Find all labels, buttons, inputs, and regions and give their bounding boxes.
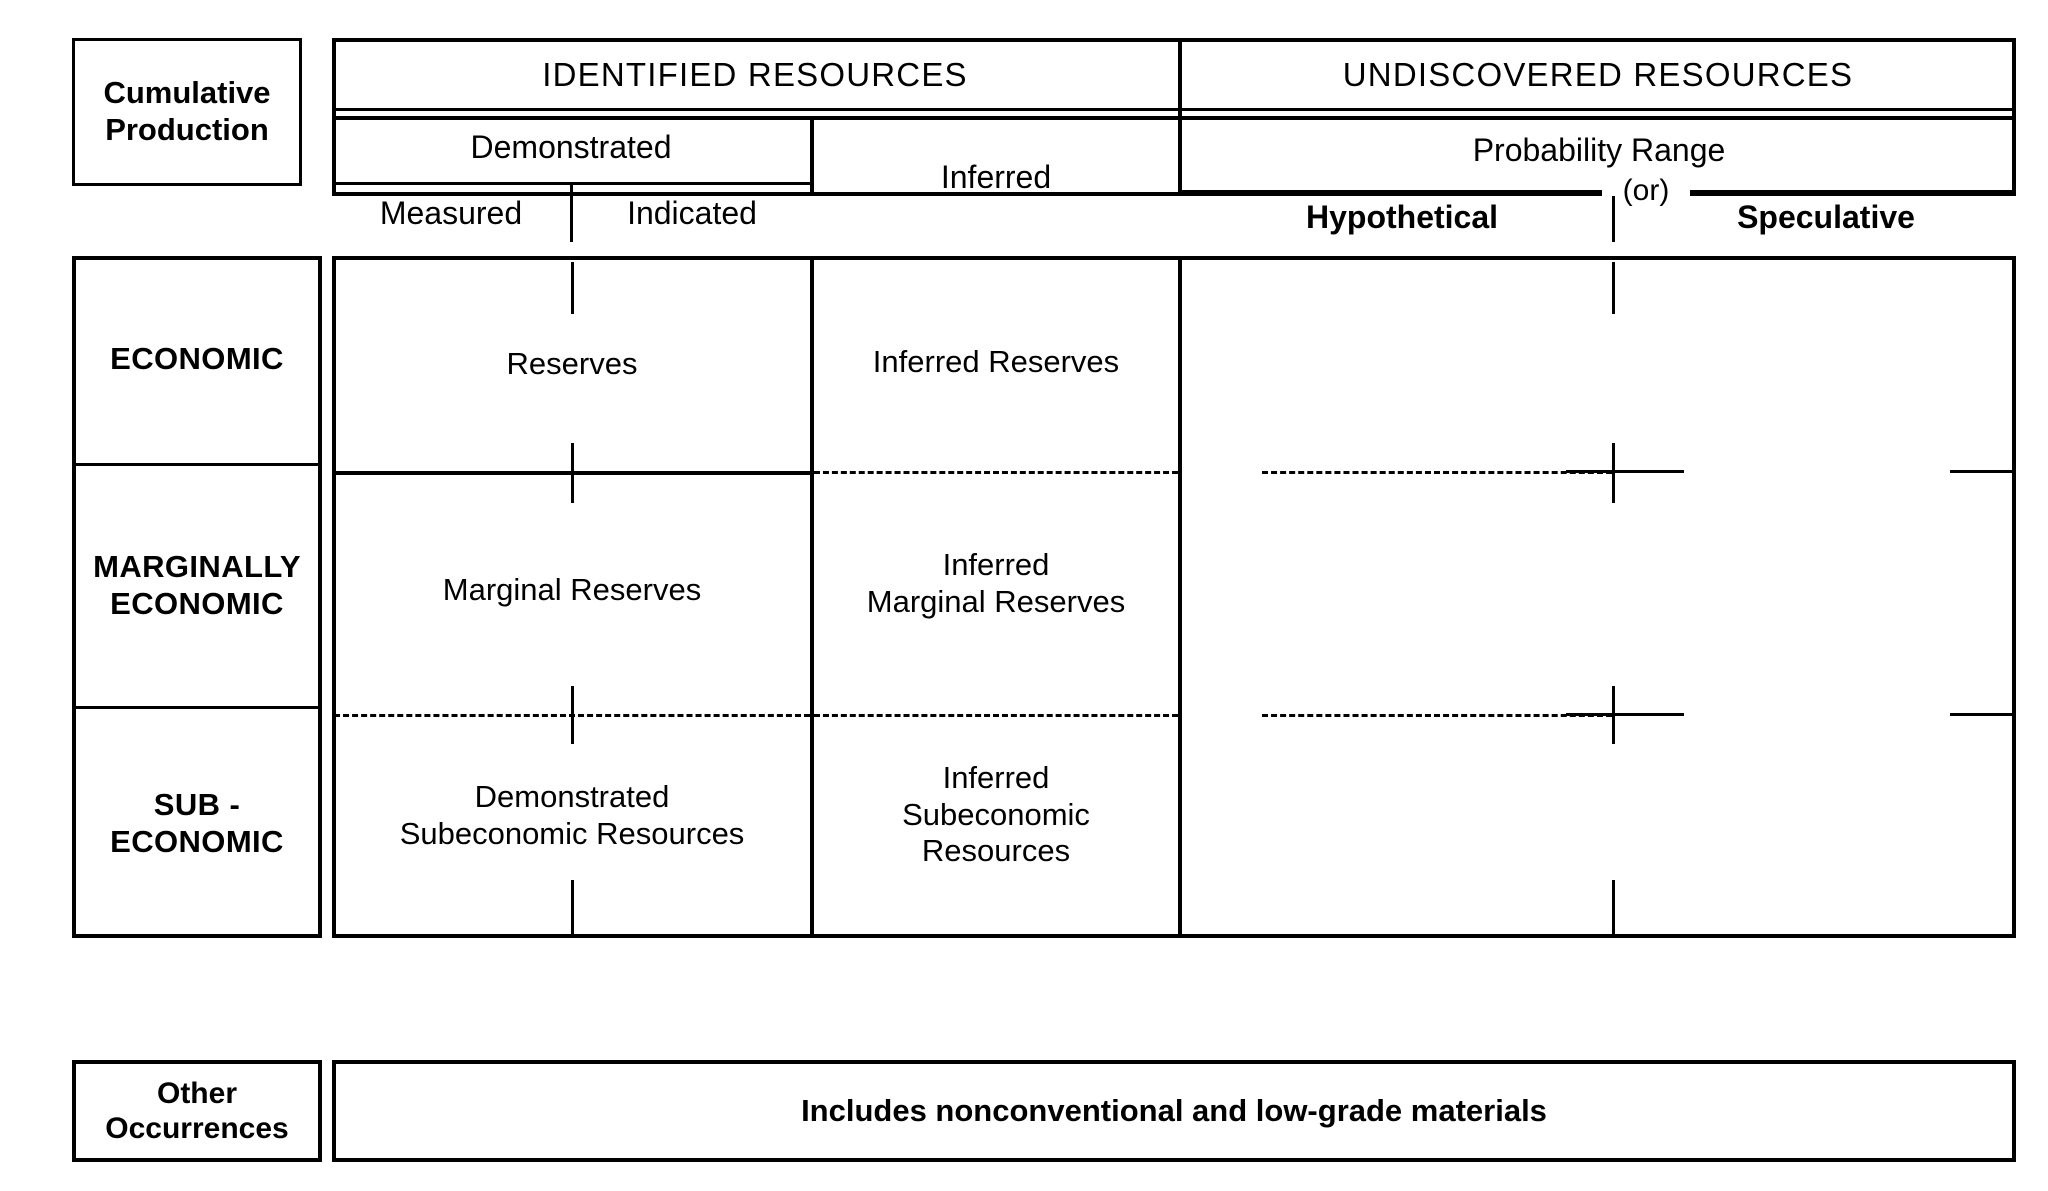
subheader-indicated: Indicated xyxy=(627,195,757,232)
header-undiscovered-resources: UNDISCOVERED RESOURCES xyxy=(1342,55,1854,93)
row-label-sub-line2: ECONOMIC xyxy=(110,823,284,859)
cumulative-production-line2: Production xyxy=(105,112,269,147)
cell-sub-inferred-line2: Subeconomic xyxy=(902,796,1090,832)
cumulative-production-box: Cumulative Production xyxy=(72,38,302,186)
tick-hypothetical-speculative-bottom xyxy=(1612,880,1615,934)
tick-measured-indicated-top xyxy=(571,262,574,314)
sep1-solid-demonstrated xyxy=(334,471,810,475)
subheader-demonstrated: Demonstrated xyxy=(470,129,672,166)
header-identified-resources: IDENTIFIED RESOURCES xyxy=(542,55,968,93)
cell-sub-inferred: Inferred Subeconomic Resources xyxy=(814,742,1178,888)
probability-rule-right xyxy=(1690,190,2016,193)
sep1-dashed-inferred xyxy=(814,471,1178,474)
tick-hypothetical-speculative-header xyxy=(1612,196,1615,242)
row-label-sub-line1: SUB - xyxy=(153,786,241,822)
subheader-hypothetical: Hypothetical xyxy=(1305,199,1499,236)
subheader-measured: Measured xyxy=(379,195,523,232)
row-label-economic: ECONOMIC xyxy=(72,256,322,463)
row-label-marginal-line1: MARGINALLY xyxy=(93,549,301,585)
sep1-bar-speculative-right xyxy=(1950,470,2016,473)
sep2-cross-horizontal xyxy=(1566,713,1658,716)
other-occurrences-line1: Other xyxy=(156,1076,237,1110)
body-divider-inferred-undiscovered xyxy=(1178,256,1182,938)
cell-marginal-inferred: Inferred Marginal Reserves xyxy=(814,534,1178,634)
row-label-economic-line1: ECONOMIC xyxy=(110,341,284,377)
cell-economic-demonstrated: Reserves xyxy=(506,345,638,381)
cell-marginal-inferred-line2: Marginal Reserves xyxy=(866,584,1126,619)
other-occurrences-description: Includes nonconventional and low-grade m… xyxy=(332,1060,2016,1162)
cell-sub-inferred-line1: Inferred xyxy=(942,760,1050,796)
subheader-speculative: Speculative xyxy=(1737,199,1915,236)
sep2-dashed-inferred xyxy=(814,714,1178,717)
tick-hypothetical-speculative-row1 xyxy=(1612,443,1615,503)
tick-hypothetical-speculative-top xyxy=(1612,262,1615,314)
cumulative-production-line1: Cumulative xyxy=(103,75,271,111)
row-label-marginally-economic: MARGINALLY ECONOMIC xyxy=(72,466,322,706)
cell-sub-demonstrated-line1: Demonstrated xyxy=(474,779,670,815)
resource-classification-diagram: Cumulative Production IDENTIFIED RESOURC… xyxy=(0,0,2048,1191)
row-label-marginal-line2: ECONOMIC xyxy=(110,586,284,621)
cell-sub-demonstrated-line2: Subeconomic Resources xyxy=(399,816,745,851)
divider-measured-indicated xyxy=(570,182,573,242)
cell-marginal-demonstrated: Marginal Reserves xyxy=(442,571,702,607)
cell-economic-inferred: Inferred Reserves xyxy=(872,343,1120,379)
tick-measured-indicated-bottom xyxy=(571,880,574,934)
row-label-sub-economic: SUB - ECONOMIC xyxy=(72,709,322,938)
subheader-inferred: Inferred xyxy=(940,159,1052,196)
cell-marginal-inferred-line1: Inferred xyxy=(942,547,1050,583)
subheader-probability-range: Probability Range xyxy=(1472,132,1726,169)
sep2-dashed-hypothetical xyxy=(1262,714,1612,717)
sep2-dashed-demonstrated xyxy=(334,714,810,717)
header-divider-upper xyxy=(332,108,2016,111)
sep2-bar-speculative-right xyxy=(1950,713,2016,716)
sep1-cross-horizontal xyxy=(1566,470,1658,473)
sep1-dashed-hypothetical xyxy=(1262,471,1612,474)
header-divider-lower xyxy=(332,116,2016,120)
cell-sub-demonstrated: Demonstrated Subeconomic Resources xyxy=(334,766,810,866)
other-occurrences-line2: Occurrences xyxy=(105,1112,289,1145)
cell-sub-inferred-line3: Resources xyxy=(921,833,1071,869)
probability-rule-left xyxy=(1182,190,1602,193)
other-occurrences-box: Other Occurrences xyxy=(72,1060,322,1162)
